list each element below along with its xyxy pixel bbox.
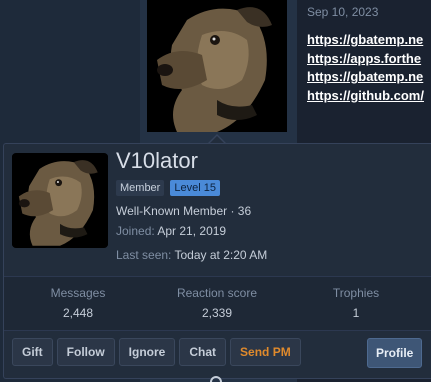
post-avatar[interactable] <box>147 0 287 132</box>
member-card-header: V10lator Member Level 15 Well-Known Memb… <box>4 144 431 274</box>
member-tooltip-card: V10lator Member Level 15 Well-Known Memb… <box>3 143 431 379</box>
stat-value: 1 <box>352 306 360 320</box>
stat-reaction-score[interactable]: Reaction score 2,339 <box>157 286 277 320</box>
stat-value: 2,448 <box>62 306 94 320</box>
follow-button[interactable]: Follow <box>56 338 115 366</box>
member-stats: Messages 2,448 Reaction score 2,339 Trop… <box>4 276 431 331</box>
member-badges: Member Level 15 <box>116 180 220 196</box>
level-badge: Level 15 <box>170 180 220 196</box>
joined-row: Joined: Apr 21, 2019 <box>116 224 226 238</box>
member-title: Well-Known Member · 36 <box>116 204 252 218</box>
stat-label: Trophies <box>332 286 380 300</box>
stat-label: Messages <box>50 286 106 300</box>
stat-label: Reaction score <box>176 286 258 300</box>
send-pm-button[interactable]: Send PM <box>230 338 301 366</box>
post-date[interactable]: Sep 10, 2023 <box>307 5 378 19</box>
last-seen-value: Today at 2:20 AM <box>174 248 268 262</box>
member-username[interactable]: V10lator <box>116 148 198 174</box>
stat-messages[interactable]: Messages 2,448 <box>18 286 138 320</box>
member-actions: Gift Follow Ignore Chat Send PM <box>12 338 301 366</box>
joined-label: Joined: <box>116 224 155 238</box>
joined-value: Apr 21, 2019 <box>157 224 227 238</box>
post-links: https://gbatemp.ne https://apps.forthe h… <box>307 31 431 105</box>
chat-button[interactable]: Chat <box>179 338 227 366</box>
gift-button[interactable]: Gift <box>12 338 53 366</box>
ignore-button[interactable]: Ignore <box>118 338 176 366</box>
stat-value: 2,339 <box>201 306 233 320</box>
post-link[interactable]: https://gbatemp.ne <box>307 68 431 87</box>
member-avatar[interactable] <box>12 153 108 248</box>
profile-button[interactable]: Profile <box>367 338 423 368</box>
last-seen-label: Last seen: <box>116 248 172 262</box>
partial-icon <box>210 376 222 382</box>
stat-trophies[interactable]: Trophies 1 <box>296 286 416 320</box>
last-seen-row: Last seen: Today at 2:20 AM <box>116 248 267 262</box>
member-group-badge: Member <box>116 180 165 196</box>
post-link[interactable]: https://github.com/ <box>307 87 431 106</box>
post-link[interactable]: https://apps.forthe <box>307 50 431 69</box>
post-link[interactable]: https://gbatemp.ne <box>307 31 431 50</box>
